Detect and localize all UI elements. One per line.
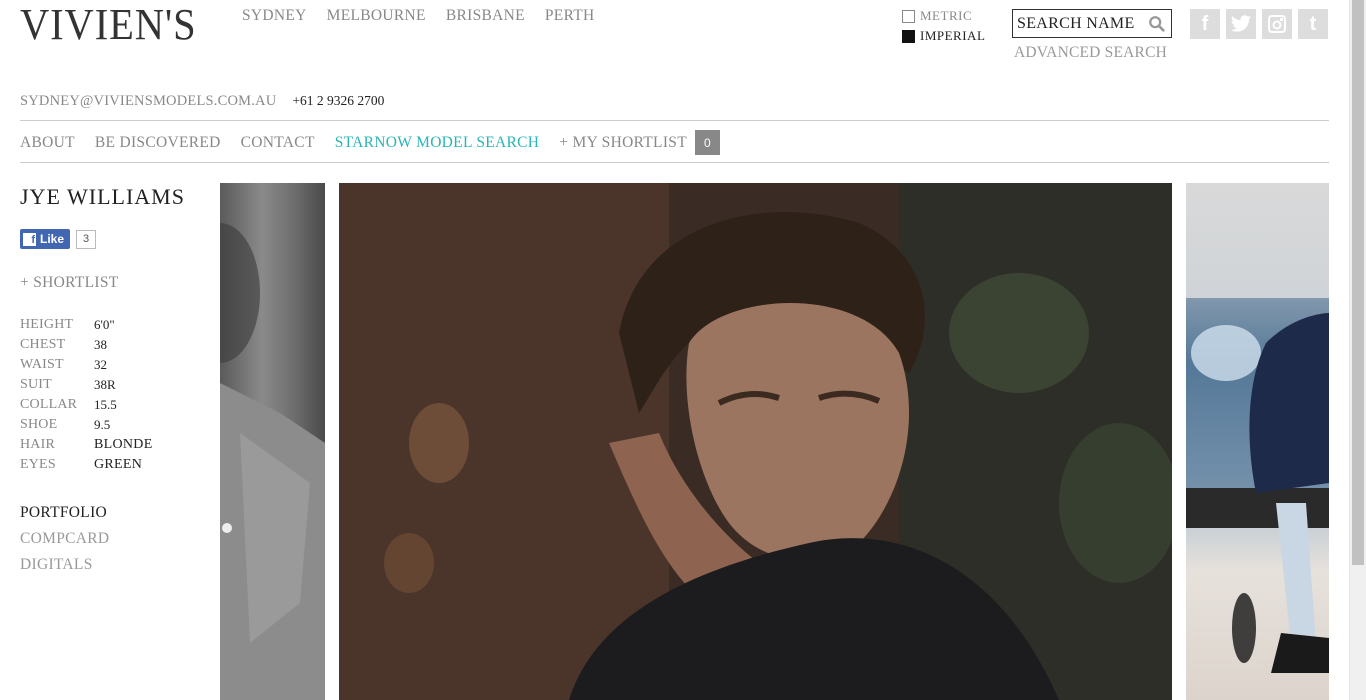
stat-label: HAIR	[20, 437, 56, 452]
imperial-checkbox[interactable]	[902, 29, 915, 43]
page-scrollbar[interactable]	[1349, 0, 1366, 700]
stat-label: COLLAR	[20, 397, 78, 412]
divider-top	[20, 120, 1329, 121]
search-icon[interactable]	[1148, 15, 1166, 33]
nav-my-shortlist[interactable]: + MY SHORTLIST 0	[559, 130, 720, 155]
stat-row: HAIR BLONDE	[20, 435, 153, 455]
photo-next-art	[1186, 298, 1329, 673]
unit-option-metric[interactable]: METRIC	[902, 6, 985, 26]
portfolio-link[interactable]: PORTFOLIO	[20, 504, 109, 530]
digitals-link[interactable]: DIGITALS	[20, 556, 109, 582]
stat-label: SUIT	[20, 377, 52, 392]
nav-contact[interactable]: CONTACT	[241, 134, 315, 152]
twitter-icon[interactable]	[1226, 9, 1256, 39]
add-to-shortlist-button[interactable]: + SHORTLIST	[20, 274, 119, 292]
stat-value: 32	[94, 357, 107, 372]
site-logo[interactable]: VIVIEN'S	[20, 2, 197, 48]
portfolio-photo-main[interactable]	[339, 183, 1172, 700]
stat-value: 38R	[94, 377, 116, 392]
stat-label: CHEST	[20, 337, 66, 352]
portfolio-photo-next[interactable]	[1186, 183, 1329, 700]
shortlist-count-badge: 0	[694, 130, 720, 155]
email-link[interactable]: SYDNEY@VIVIENSMODELS.COM.AU	[20, 93, 276, 110]
advanced-search-link[interactable]: ADVANCED SEARCH	[1014, 44, 1167, 62]
stat-value: 9.5	[94, 417, 111, 432]
stat-row: CHEST 38	[20, 335, 153, 355]
divider-nav	[20, 162, 1329, 163]
compcard-link[interactable]: COMPCARD	[20, 530, 109, 556]
social-links: f t	[1190, 9, 1328, 39]
model-stats: HEIGHT 6'0" CHEST 38 WAIST 32 SUIT 38R COLLA…	[20, 315, 153, 475]
city-link-sydney[interactable]: SYDNEY	[242, 7, 307, 25]
stat-value: GREEN	[94, 457, 143, 472]
stat-row: EYES GREEN	[20, 455, 153, 475]
tumblr-icon[interactable]: t	[1298, 9, 1328, 39]
imperial-label: IMPERIAL	[920, 28, 986, 43]
main-nav: ABOUT BE DISCOVERED CONTACT STARNOW MODE…	[20, 130, 720, 155]
metric-checkbox[interactable]	[902, 9, 915, 23]
stat-row: SHOE 9.5	[20, 415, 153, 435]
phone-number: +61 2 9326 2700	[292, 93, 385, 108]
stat-row: COLLAR 15.5	[20, 395, 153, 415]
stat-label: SHOE	[20, 417, 58, 432]
portfolio-photo-previous[interactable]	[220, 183, 325, 700]
metric-label: METRIC	[920, 8, 973, 23]
unit-toggle: METRIC IMPERIAL	[902, 6, 985, 46]
contact-line: SYDNEY@VIVIENSMODELS.COM.AU +61 2 9326 2…	[20, 93, 384, 110]
stat-value: 15.5	[94, 397, 117, 412]
model-section-links: PORTFOLIO COMPCARD DIGITALS	[20, 504, 109, 582]
photo-previous-art	[220, 223, 325, 700]
scrollbar-thumb[interactable]	[1352, 0, 1364, 565]
stat-label: EYES	[20, 457, 56, 472]
facebook-like-button[interactable]: f Like	[20, 229, 71, 249]
stat-row: WAIST 32	[20, 355, 153, 375]
facebook-icon[interactable]: f	[1190, 9, 1220, 39]
model-name: JYE WILLIAMS	[20, 184, 185, 209]
nav-be-discovered[interactable]: BE DISCOVERED	[95, 134, 221, 152]
city-link-melbourne[interactable]: MELBOURNE	[327, 7, 426, 25]
photo-main-art	[339, 183, 1172, 700]
nav-starnow-model-search[interactable]: STARNOW MODEL SEARCH	[335, 134, 540, 152]
nav-about[interactable]: ABOUT	[20, 134, 75, 152]
facebook-like-widget: f Like 3	[20, 229, 97, 249]
like-count: 3	[76, 229, 97, 249]
instagram-icon[interactable]	[1262, 9, 1292, 39]
city-nav: SYDNEY MELBOURNE BRISBANE PERTH	[242, 7, 595, 25]
my-shortlist-label: + MY SHORTLIST	[559, 133, 687, 151]
stat-value: 38	[94, 337, 107, 352]
search-input[interactable]	[1017, 14, 1147, 33]
city-link-brisbane[interactable]: BRISBANE	[446, 7, 525, 25]
stat-value: BLONDE	[94, 437, 153, 452]
stat-label: WAIST	[20, 357, 64, 372]
like-label: Like	[40, 232, 65, 246]
stat-label: HEIGHT	[20, 317, 74, 332]
stat-row: HEIGHT 6'0"	[20, 315, 153, 335]
unit-option-imperial[interactable]: IMPERIAL	[902, 26, 985, 46]
stat-row: SUIT 38R	[20, 375, 153, 395]
stat-value: 6'0"	[94, 317, 115, 332]
city-link-perth[interactable]: PERTH	[545, 7, 595, 25]
search-box	[1012, 9, 1172, 38]
facebook-f-icon: f	[23, 232, 36, 246]
